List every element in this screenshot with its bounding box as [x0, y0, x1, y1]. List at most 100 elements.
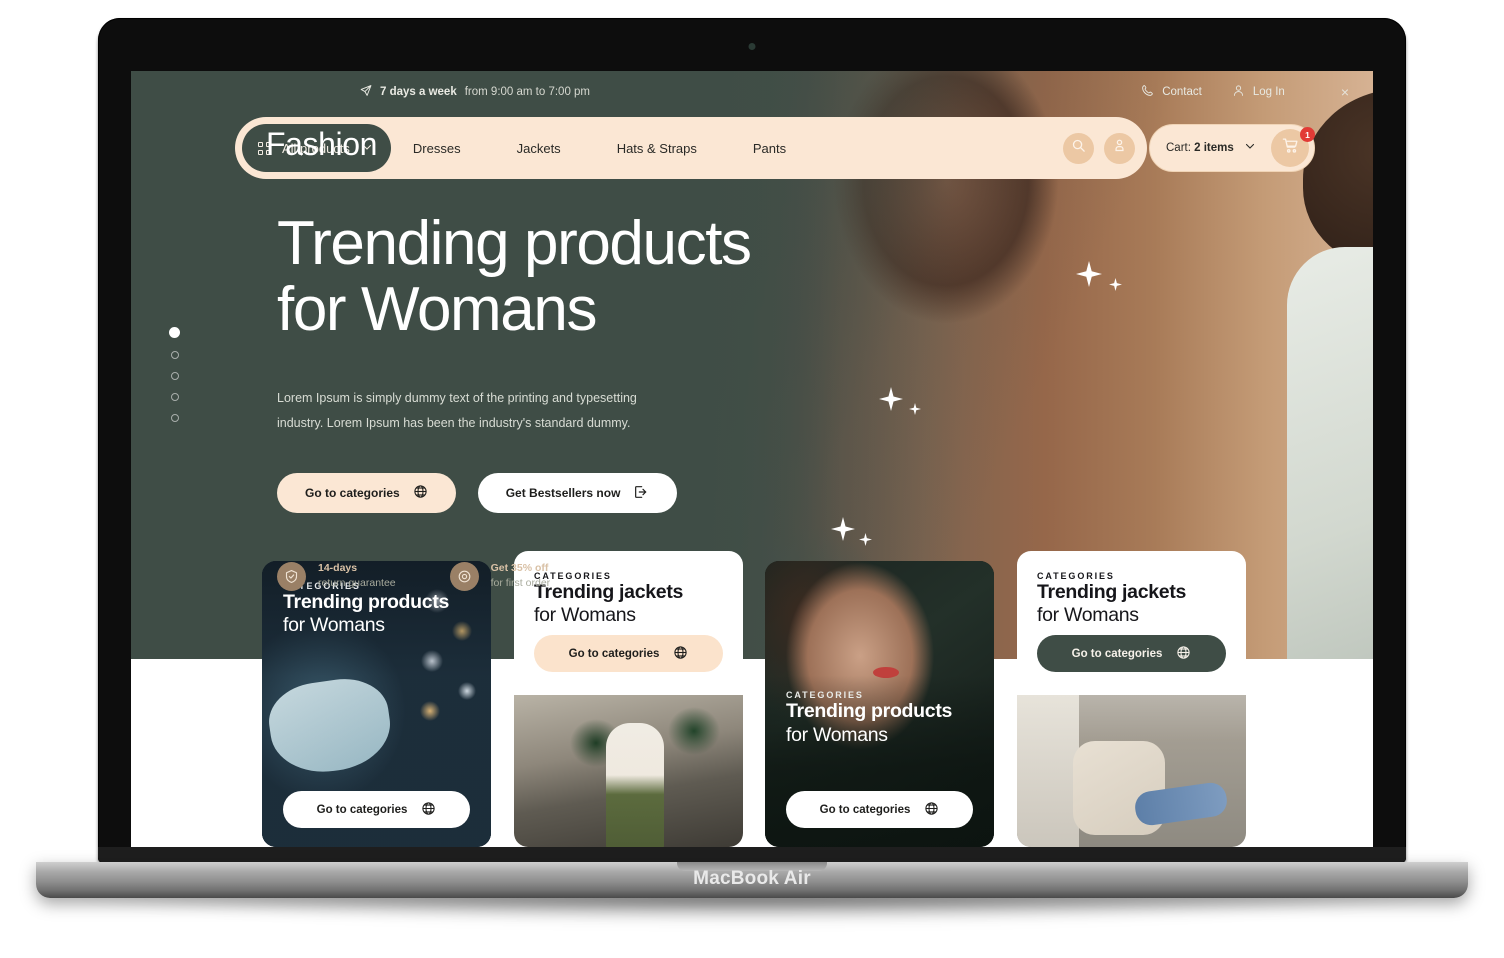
feature-badge-text: Get 35% off for first order — [491, 561, 551, 591]
feature-badge-discount: Get 35% off for first order — [449, 561, 551, 591]
feature-badge-text: 14-days return guarantee — [318, 561, 396, 591]
card-button-label: Go to categories — [1071, 647, 1163, 660]
hero-title-line1: Trending products — [277, 209, 752, 278]
card-title-main: Trending jackets — [1037, 581, 1187, 603]
account-icon — [1112, 138, 1127, 158]
webpage: 7 days a week from 9:00 am to 7:00 pm Co… — [131, 71, 1373, 847]
go-to-categories-button[interactable]: Go to categories — [277, 473, 456, 514]
hero-content: Trending products for Womans Lorem Ipsum… — [277, 211, 817, 592]
nav-icon-group — [1063, 132, 1135, 164]
get-bestsellers-button[interactable]: Get Bestsellers now — [477, 473, 678, 514]
feature-badge-return: 14-days return guarantee — [277, 561, 396, 591]
user-icon — [1232, 84, 1245, 100]
card-go-to-categories-button[interactable]: Go to categories — [534, 635, 723, 672]
card-title-sub: for Womans — [1037, 604, 1139, 627]
store-hours: 7 days a week from 9:00 am to 7:00 pm — [359, 84, 590, 100]
sparkle-icon — [831, 517, 855, 541]
contact-link[interactable]: Contact — [1141, 84, 1202, 100]
webcam-icon — [748, 43, 756, 50]
laptop-chin — [98, 847, 1406, 863]
card-eyebrow: CATEGORIES — [786, 690, 864, 701]
phone-icon — [1141, 84, 1154, 100]
carousel-dot-3[interactable] — [170, 372, 179, 380]
card-go-to-categories-button[interactable]: Go to categories — [1037, 635, 1226, 672]
cart-widget[interactable]: Cart: 2 items 1 — [1149, 124, 1315, 172]
category-card-3[interactable]: CATEGORIES Trending products for Womans … — [765, 561, 994, 847]
nav-item-pants[interactable]: Pants — [753, 141, 786, 156]
card-photo-subject — [606, 723, 664, 847]
contact-label: Contact — [1162, 86, 1202, 98]
card-photo-wall — [1017, 695, 1079, 847]
sparkle-icon — [879, 387, 903, 411]
cart-button[interactable]: 1 — [1271, 127, 1315, 167]
globe-icon — [1176, 645, 1191, 663]
sparkle-icon — [1109, 278, 1122, 291]
feature-subtitle: return guarantee — [318, 577, 396, 590]
sparkle-icon — [1076, 261, 1102, 287]
feature-subtitle: for first order — [490, 577, 551, 590]
card-go-to-categories-button[interactable]: Go to categories — [283, 791, 470, 828]
utility-bar: 7 days a week from 9:00 am to 7:00 pm Co… — [131, 71, 1373, 113]
page-title: Trending products for Womans — [277, 211, 817, 342]
sparkle-icon — [859, 533, 872, 546]
category-card-2[interactable]: CATEGORIES Trending jackets for Womans G… — [514, 551, 743, 847]
card-go-to-categories-button[interactable]: Go to categories — [786, 791, 973, 828]
search-icon — [1071, 138, 1086, 158]
carousel-dot-5[interactable] — [170, 414, 179, 422]
close-icon[interactable]: × — [1341, 84, 1349, 100]
card-title: Trending products for Womans — [283, 591, 449, 638]
card-button-label: Go to categories — [568, 647, 660, 660]
hours-rest: from 9:00 am to 7:00 pm — [464, 86, 591, 98]
brand-logo[interactable]: Fashion — [266, 126, 377, 163]
login-label: Log In — [1252, 86, 1285, 98]
card-button-label: Go to categories — [819, 803, 911, 816]
card-title-main: Trending products — [786, 700, 953, 723]
card-title-sub: for Womans — [786, 723, 888, 746]
account-button[interactable] — [1104, 132, 1135, 164]
carousel-dot-2[interactable] — [170, 351, 179, 359]
card-title-sub: for Womans — [283, 614, 385, 637]
hero-description: Lorem Ipsum is simply dummy text of the … — [277, 391, 637, 430]
paper-plane-icon — [359, 84, 372, 100]
card-title: Trending products for Womans — [786, 700, 952, 747]
feature-title: Get 35% off — [490, 562, 549, 575]
card-title: Trending jackets for Womans — [1037, 581, 1186, 628]
category-card-1[interactable]: CATEGORIES Trending products for Womans … — [262, 561, 491, 847]
category-card-4[interactable]: CATEGORIES Trending jackets for Womans G… — [1017, 551, 1246, 847]
cart-label: Cart: 2 items — [1166, 142, 1234, 154]
cart-chevron-down-icon[interactable] — [1244, 139, 1256, 157]
card-text: CATEGORIES Trending jackets for Womans — [1037, 571, 1186, 628]
cart-badge: 1 — [1300, 127, 1315, 142]
nav-item-dresses[interactable]: Dresses — [413, 141, 461, 156]
target-icon — [449, 561, 479, 591]
device-label: MacBook Air — [693, 868, 811, 889]
carousel-pagination — [169, 327, 180, 422]
hours-strong: 7 days a week — [380, 86, 457, 98]
carousel-dot-1[interactable] — [169, 327, 180, 338]
globe-icon — [421, 801, 436, 819]
nav-item-hats-straps[interactable]: Hats & Straps — [617, 141, 697, 156]
cta-secondary-label: Get Bestsellers now — [505, 486, 621, 501]
shopping-cart-icon — [1282, 137, 1299, 159]
hero-cta-group: Go to categories Get Bestsellers now — [277, 473, 817, 514]
login-link[interactable]: Log In — [1232, 84, 1285, 100]
cta-primary-label: Go to categories — [305, 486, 400, 501]
carousel-dot-4[interactable] — [170, 393, 179, 401]
card-button-label: Go to categories — [316, 803, 408, 816]
feature-title: 14-days — [318, 562, 358, 575]
card-text: CATEGORIES Trending products for Womans — [786, 690, 952, 747]
nav-item-jackets[interactable]: Jackets — [517, 141, 561, 156]
utility-links: Contact Log In × — [1141, 84, 1349, 100]
card-title-main: Trending products — [283, 591, 450, 613]
card-eyebrow: CATEGORIES — [1037, 571, 1115, 581]
hero-title-line2: for Womans — [277, 274, 597, 344]
shield-check-icon — [277, 561, 306, 591]
search-button[interactable] — [1063, 132, 1094, 164]
laptop-screen: 7 days a week from 9:00 am to 7:00 pm Co… — [131, 71, 1373, 847]
sparkle-icon — [909, 403, 921, 415]
hero-feature-badges: 14-days return guarantee Get 35% off for… — [277, 561, 817, 591]
screenshot-stage: 7 days a week from 9:00 am to 7:00 pm Co… — [0, 0, 1504, 958]
arrow-out-of-box-icon — [633, 484, 649, 503]
globe-icon — [413, 484, 428, 502]
card-title-sub: for Womans — [534, 604, 636, 627]
